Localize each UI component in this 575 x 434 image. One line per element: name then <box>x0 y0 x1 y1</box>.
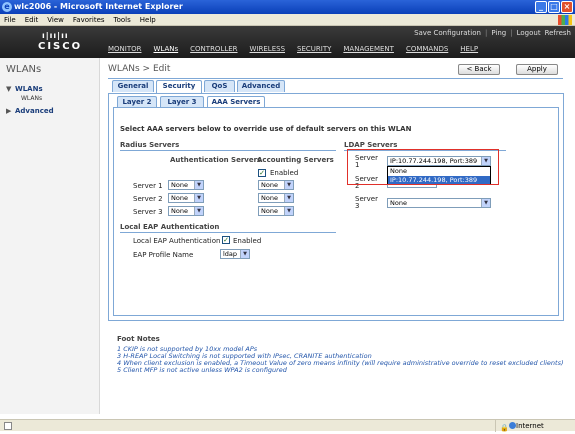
expanded-arrow-icon: ▼ <box>6 85 12 93</box>
breadcrumb: WLANs > Edit <box>108 64 171 74</box>
nav-help[interactable]: HELP <box>460 45 478 53</box>
acct-server-2-select[interactable]: None ▼ <box>258 193 294 203</box>
menu-tools[interactable]: Tools <box>114 14 131 25</box>
nav-controller[interactable]: CONTROLLER <box>190 45 237 53</box>
nav-commands[interactable]: COMMANDS <box>406 45 448 53</box>
windows-logo-icon <box>558 15 572 25</box>
local-eap-label: Local EAP Authentication <box>133 237 221 245</box>
acct-server-1-select[interactable]: None ▼ <box>258 180 294 190</box>
chevron-down-icon: ▼ <box>284 181 293 189</box>
radius-divider <box>120 150 336 151</box>
chevron-down-icon: ▼ <box>284 194 293 202</box>
auth-servers-header: Authentication Servers <box>170 156 262 164</box>
sidebar-item-advanced[interactable]: ▶ Advanced <box>6 107 54 115</box>
refresh-link[interactable]: Refresh <box>545 29 571 37</box>
footnotes-title: Foot Notes <box>117 335 160 343</box>
local-eap-title: Local EAP Authentication <box>120 223 220 231</box>
logout-link[interactable]: Logout <box>517 29 541 37</box>
chevron-down-icon: ▼ <box>284 207 293 215</box>
back-button[interactable]: < Back <box>458 64 500 75</box>
cisco-logo: CISCO <box>38 41 83 52</box>
sidebar-title: WLANs <box>6 64 42 75</box>
radius-server-2-label: Server 2 <box>133 195 163 203</box>
ping-link[interactable]: Ping <box>491 29 506 37</box>
auth-server-3-select[interactable]: None ▼ <box>168 206 204 216</box>
page-icon <box>4 422 12 430</box>
minimize-button[interactable]: _ <box>535 1 547 13</box>
title-divider <box>108 78 563 79</box>
auth-server-1-select[interactable]: None ▼ <box>168 180 204 190</box>
sidebar-item-wlans[interactable]: ▼ WLANs <box>6 85 43 93</box>
menu-file[interactable]: File <box>4 14 16 25</box>
header-links: Save Configuration | Ping | Logout Refre… <box>414 29 571 37</box>
nav-wlans[interactable]: WLANs <box>154 45 179 53</box>
status-bar: 🔒 Internet <box>0 419 575 432</box>
accounting-enabled-label: Enabled <box>270 169 299 177</box>
ldap-server-3-select[interactable]: None ▼ <box>387 198 491 208</box>
acct-servers-header: Accounting Servers <box>257 156 334 164</box>
tab-qos[interactable]: QoS <box>204 80 235 92</box>
footnotes: Foot Notes 1 CKIP is not supported by 10… <box>117 335 564 374</box>
nav-security[interactable]: SECURITY <box>297 45 331 53</box>
zone-label: Internet <box>516 422 544 430</box>
sidebar: WLANs ▼ WLANs WLANs ▶ Advanced <box>0 58 100 414</box>
local-eap-divider <box>120 232 336 233</box>
chevron-down-icon: ▼ <box>481 199 490 207</box>
save-configuration-link[interactable]: Save Configuration <box>414 29 481 37</box>
acct-server-3-select[interactable]: None ▼ <box>258 206 294 216</box>
window-titlebar: e wlc2006 - Microsoft Internet Explorer … <box>0 0 575 14</box>
window-title: wlc2006 - Microsoft Internet Explorer <box>14 2 183 11</box>
tab-advanced[interactable]: Advanced <box>237 80 285 92</box>
menu-view[interactable]: View <box>47 14 64 25</box>
annotation-highlight-box <box>347 149 499 185</box>
cisco-header: ı|ıı|ıı CISCO Save Configuration | Ping … <box>0 26 575 58</box>
globe-icon <box>509 422 516 429</box>
nav-wireless[interactable]: WIRELESS <box>250 45 285 53</box>
close-button[interactable]: × <box>561 1 573 13</box>
aaa-intro: Select AAA servers below to override use… <box>120 125 412 133</box>
cisco-bars-icon: ı|ıı|ıı <box>42 31 69 40</box>
eap-profile-select[interactable]: ldap ▼ <box>220 249 250 259</box>
menu-edit[interactable]: Edit <box>25 14 39 25</box>
footnote-line: 5 Client MFP is not active unless WPA2 i… <box>117 366 287 374</box>
local-eap-enabled-checkbox[interactable]: ✓ <box>222 236 230 244</box>
radius-server-3-label: Server 3 <box>133 208 163 216</box>
chevron-down-icon: ▼ <box>194 194 203 202</box>
ldap-server-3-label: Server 3 <box>355 195 378 210</box>
auth-server-2-select[interactable]: None ▼ <box>168 193 204 203</box>
radius-server-1-label: Server 1 <box>133 182 163 190</box>
nav-monitor[interactable]: MONITOR <box>108 45 142 53</box>
chevron-down-icon: ▼ <box>240 250 249 258</box>
maximize-button[interactable]: □ <box>548 1 560 13</box>
ldap-servers-title: LDAP Servers <box>344 141 398 149</box>
nav-management[interactable]: MANAGEMENT <box>343 45 394 53</box>
main-nav: MONITOR WLANs CONTROLLER WIRELESS SECURI… <box>108 45 478 53</box>
apply-button[interactable]: Apply <box>516 64 558 75</box>
sidebar-subitem-wlans[interactable]: WLANs <box>21 95 42 102</box>
tab-general[interactable]: General <box>112 80 154 92</box>
lock-icon: 🔒 <box>500 424 509 432</box>
menubar: File Edit View Favorites Tools Help <box>0 14 575 26</box>
menu-help[interactable]: Help <box>140 14 156 25</box>
accounting-enabled-checkbox[interactable]: ✓ <box>258 169 266 177</box>
menu-favorites[interactable]: Favorites <box>73 14 105 25</box>
chevron-down-icon: ▼ <box>194 207 203 215</box>
collapsed-arrow-icon: ▶ <box>6 107 12 115</box>
security-zone: 🔒 Internet <box>495 420 575 432</box>
eap-profile-label: EAP Profile Name <box>133 251 194 259</box>
ie-icon: e <box>2 2 12 12</box>
radius-servers-title: Radius Servers <box>120 141 180 149</box>
local-eap-enabled-label: Enabled <box>233 237 262 245</box>
chevron-down-icon: ▼ <box>194 181 203 189</box>
tab-security[interactable]: Security <box>156 80 202 93</box>
